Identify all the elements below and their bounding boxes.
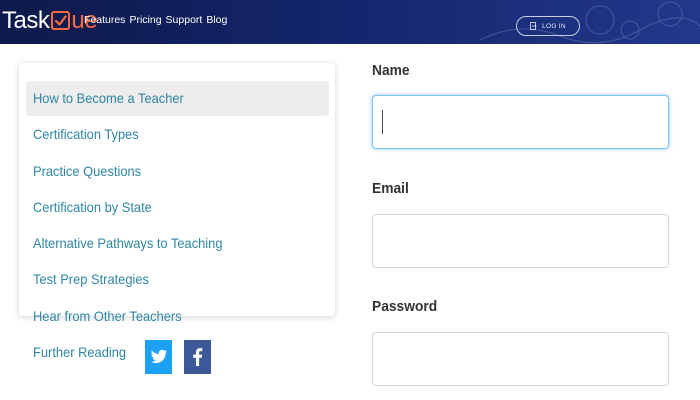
menu-item-test-prep-strategies[interactable]: Test Prep Strategies	[33, 271, 149, 287]
email-label: Email	[372, 180, 409, 197]
login-label: LOG IN	[542, 22, 566, 30]
login-button[interactable]: LOG IN	[516, 16, 580, 36]
logo-text-prefix: Task	[2, 7, 50, 34]
nav-support[interactable]: Support	[166, 14, 203, 26]
menu-item-certification-by-state[interactable]: Certification by State	[33, 199, 152, 215]
top-navigation-bar: Task ue Features Pricing Support Blog LO…	[0, 0, 700, 44]
header-background-illustration	[480, 1, 700, 44]
menu-item-further-reading[interactable]: Further Reading	[33, 344, 126, 360]
twitter-button[interactable]	[145, 340, 172, 374]
taskque-logo[interactable]: Task ue	[2, 6, 98, 36]
name-input[interactable]	[372, 95, 669, 149]
menu-item-how-to-become-a-teacher[interactable]: How to Become a Teacher	[33, 90, 184, 106]
login-door-icon	[530, 22, 537, 30]
facebook-icon	[192, 348, 202, 366]
text-cursor	[382, 110, 383, 134]
twitter-icon	[150, 349, 167, 364]
email-input[interactable]	[372, 214, 669, 268]
name-label: Name	[372, 62, 410, 79]
facebook-button[interactable]	[184, 340, 211, 374]
menu-item-practice-questions[interactable]: Practice Questions	[33, 163, 141, 179]
nav-pricing[interactable]: Pricing	[129, 14, 161, 26]
main-nav: Features Pricing Support Blog	[84, 14, 227, 26]
password-label: Password	[372, 298, 438, 315]
nav-blog[interactable]: Blog	[206, 14, 227, 26]
menu-item-certification-types[interactable]: Certification Types	[33, 126, 139, 142]
menu-item-alternative-pathways[interactable]: Alternative Pathways to Teaching	[33, 235, 223, 251]
password-input[interactable]	[372, 332, 669, 386]
logo-checkbox-icon	[51, 10, 71, 30]
nav-features[interactable]: Features	[84, 14, 125, 26]
menu-item-hear-from-other-teachers[interactable]: Hear from Other Teachers	[33, 308, 182, 324]
